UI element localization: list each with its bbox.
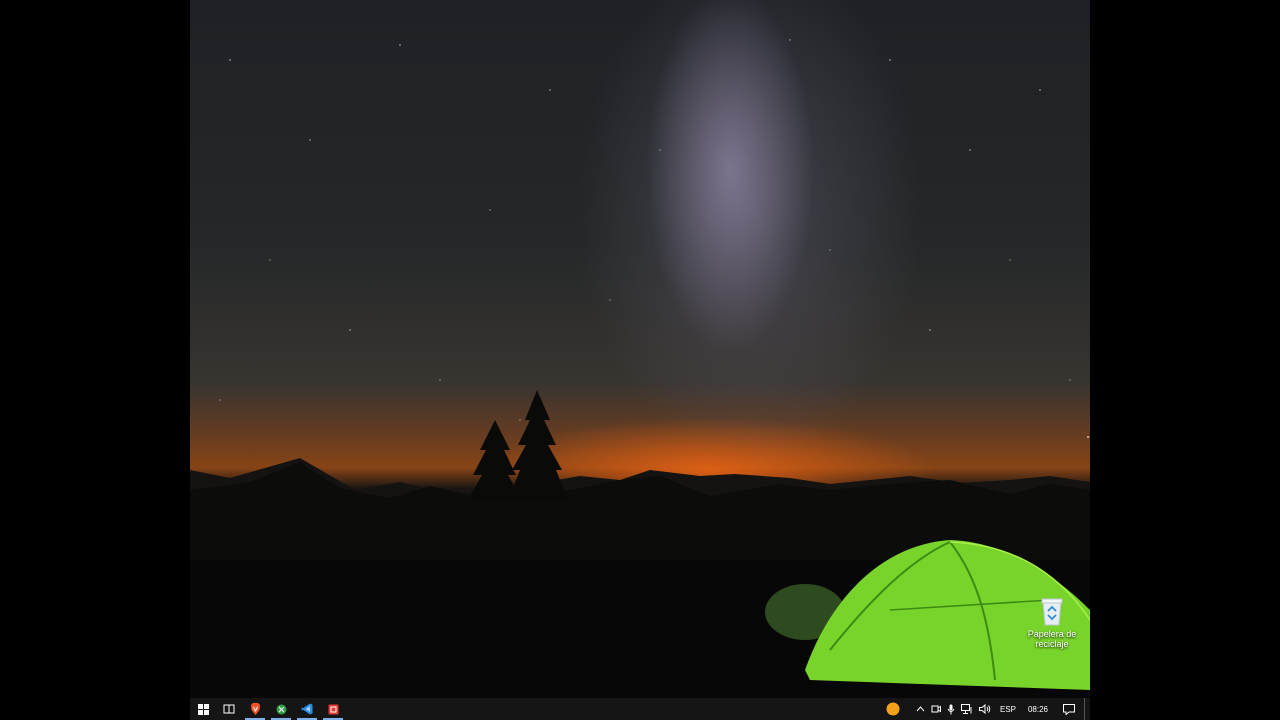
- network-icon: [960, 704, 972, 714]
- speaker-icon: [978, 704, 991, 714]
- clock[interactable]: 08:26: [1022, 705, 1054, 714]
- notification-app-button[interactable]: [883, 698, 903, 720]
- recycle-bin-shortcut[interactable]: Papelera de reciclaje: [1024, 596, 1080, 649]
- network-button[interactable]: [958, 698, 976, 720]
- desktop-screen: Papelera de reciclaje ESP 08:26: [190, 0, 1090, 720]
- action-center-button[interactable]: [1060, 698, 1078, 720]
- xbox-icon: [276, 704, 286, 714]
- taskbar: ESP 08:26: [190, 698, 1090, 720]
- volume-button[interactable]: [976, 698, 994, 720]
- stars: [219, 39, 1089, 438]
- show-desktop-button[interactable]: [1084, 698, 1090, 720]
- camera-icon: [931, 705, 941, 713]
- app-red-icon: [328, 704, 338, 714]
- microphone-icon: [947, 704, 955, 714]
- chevron-up-icon: [916, 706, 925, 712]
- task-view-icon: [223, 704, 235, 714]
- orange-circle-icon: [886, 702, 900, 716]
- vscode-icon: [301, 703, 313, 715]
- red-app-button[interactable]: [320, 698, 346, 720]
- windows-start-icon: [197, 703, 209, 715]
- recycle-bin-label: Papelera de reciclaje: [1027, 629, 1077, 649]
- microphone-button[interactable]: [944, 698, 958, 720]
- language-indicator[interactable]: ESP: [994, 705, 1022, 714]
- pine-trees: [468, 390, 568, 500]
- brave-browser-icon: [250, 703, 260, 715]
- brave-browser-button[interactable]: [242, 698, 268, 720]
- xbox-button[interactable]: [268, 698, 294, 720]
- desktop-wallpaper: [190, 0, 1090, 698]
- vscode-button[interactable]: [294, 698, 320, 720]
- wallpaper-landscape: [190, 39, 1090, 698]
- show-hidden-icons-button[interactable]: [913, 698, 928, 720]
- system-tray: ESP 08:26: [883, 698, 1090, 720]
- meet-now-button[interactable]: [928, 698, 944, 720]
- notification-icon: [1063, 703, 1075, 715]
- task-view-button[interactable]: [216, 698, 242, 720]
- recycle-bin-icon: [1041, 598, 1063, 626]
- start-button[interactable]: [190, 698, 216, 720]
